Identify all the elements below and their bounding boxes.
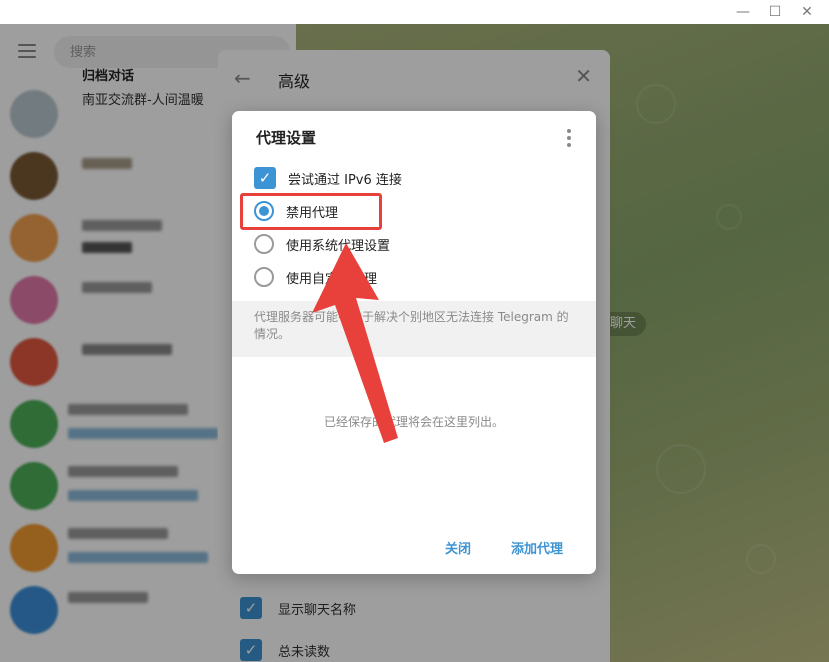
annotation-arrow [312, 243, 398, 443]
